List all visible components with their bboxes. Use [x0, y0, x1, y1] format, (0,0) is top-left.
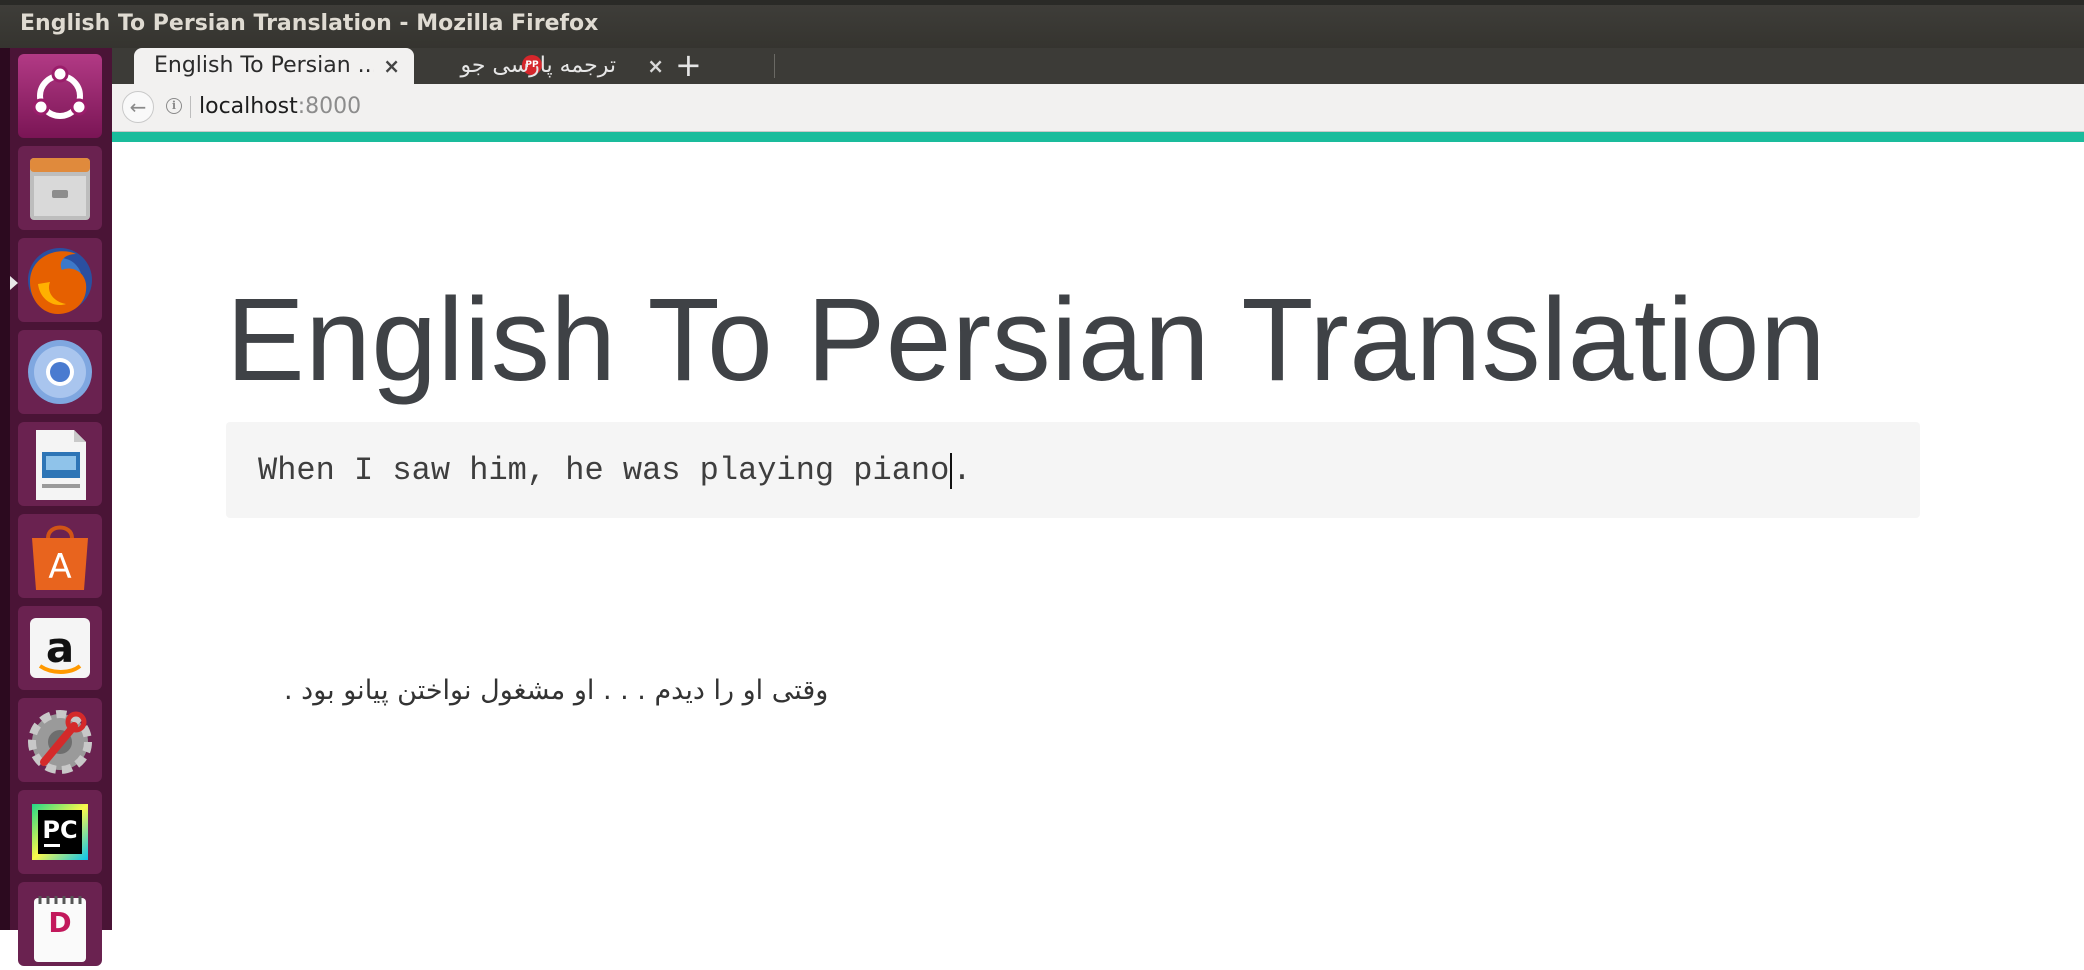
tab-close-icon[interactable]: × [383, 54, 400, 78]
ubuntu-dash-icon[interactable] [18, 54, 102, 138]
software-center-icon[interactable]: A [18, 514, 102, 598]
tab-separator [774, 54, 775, 78]
input-text-before-caret: When I saw him, he was playing piano [258, 452, 950, 489]
software-center-letter: A [48, 547, 71, 587]
svg-text:D: D [48, 906, 71, 939]
english-input-field[interactable]: When I saw him, he was playing piano. [226, 422, 1920, 518]
page-accent-bar [112, 132, 2084, 142]
persian-translation-output: وقتی او را دیدم . . . او مشغول نواختن پی… [284, 675, 829, 706]
input-text-after-caret: . [952, 452, 972, 489]
window-title-bar[interactable]: English To Persian Translation - Mozilla… [0, 0, 2084, 48]
back-button[interactable]: ← [122, 91, 154, 123]
pycharm-letters: PC [42, 816, 77, 844]
tab-persian-translation[interactable]: PP ترجمه پارسی جو × [404, 48, 672, 84]
site-info-icon[interactable]: i [166, 98, 182, 114]
page-title: English To Persian Translation [226, 274, 1827, 406]
navigation-bar: ← i localhost:8000 [112, 84, 2084, 132]
tab-english-to-persian[interactable]: English To Persian ... × [134, 48, 414, 84]
url-port: :8000 [297, 94, 362, 119]
tab-label: English To Persian ... [154, 53, 374, 78]
english-input-text: When I saw him, he was playing piano. [258, 452, 972, 489]
amazon-icon[interactable]: a [18, 606, 102, 690]
system-settings-icon[interactable] [18, 698, 102, 782]
unity-launcher: A a PC D [0, 48, 122, 966]
active-app-indicator [10, 276, 18, 290]
pycharm-icon[interactable]: PC [18, 790, 102, 874]
tab-strip: English To Persian ... × PP ترجمه پارسی … [112, 46, 2084, 84]
tab-close-icon[interactable]: × [647, 54, 664, 78]
amazon-letter: a [46, 623, 74, 672]
back-arrow-icon: ← [129, 95, 147, 119]
url-separator [190, 96, 191, 118]
page-content: English To Persian Translation When I sa… [112, 142, 2084, 930]
files-icon[interactable] [18, 146, 102, 230]
firefox-icon[interactable] [18, 238, 102, 322]
url-host: localhost [199, 94, 298, 119]
notepad-icon[interactable]: D [18, 882, 102, 966]
url-bar[interactable]: localhost:8000 [199, 94, 361, 119]
libreoffice-impress-icon[interactable] [18, 422, 102, 506]
window-title: English To Persian Translation - Mozilla… [20, 11, 599, 36]
new-tab-button[interactable]: + [675, 46, 702, 84]
tab-label: ترجمه پارسی جو [460, 53, 616, 78]
chromium-icon[interactable] [18, 330, 102, 414]
